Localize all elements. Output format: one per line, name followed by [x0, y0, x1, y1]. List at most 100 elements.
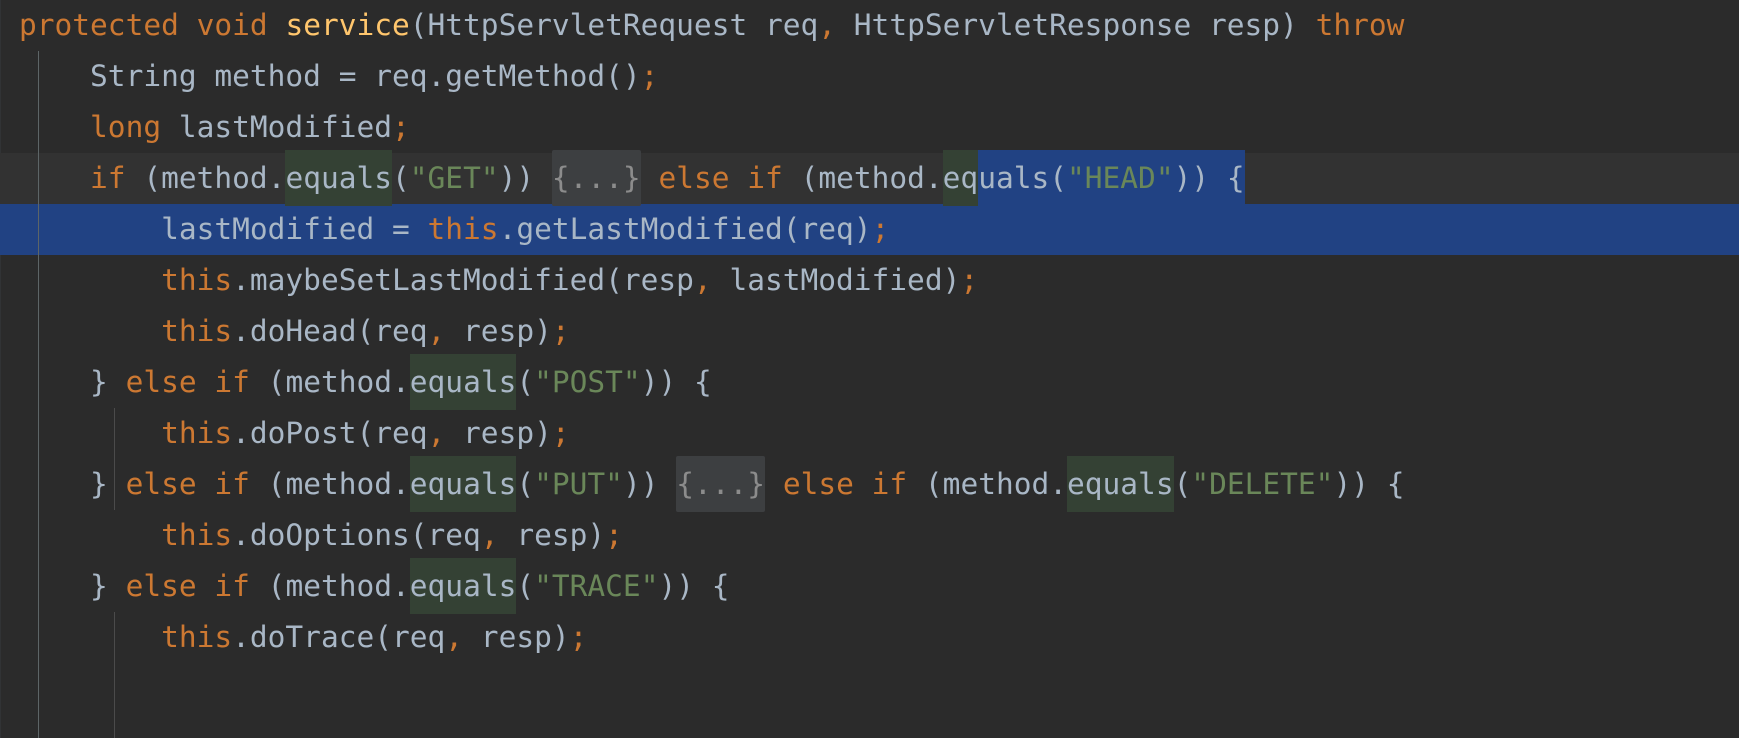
code-token: HttpServletResponse resp): [836, 8, 1316, 42]
code-line-text: this.maybeSetLastModified(resp, lastModi…: [0, 255, 1739, 306]
code-token: equals: [1067, 456, 1174, 512]
code-token: ;: [569, 620, 588, 654]
line-else-if-post[interactable]: } else if (method.equals("POST")) {: [0, 354, 1739, 410]
string-literal: "GET": [409, 161, 499, 195]
code-token: uals: [978, 150, 1050, 206]
keyword-token: this: [161, 263, 233, 297]
keyword-token: if: [747, 161, 783, 195]
code-token: (method.: [782, 161, 943, 195]
code-token: .doTrace(req: [232, 620, 446, 654]
keyword-token: if: [214, 467, 250, 501]
code-token: }: [90, 569, 126, 603]
code-token: )) {: [658, 569, 730, 603]
keyword-token: if: [871, 467, 908, 501]
code-token: ;: [551, 314, 570, 348]
line-dotrace[interactable]: this.doTrace(req, resp);: [0, 612, 1739, 663]
code-token: (method.: [249, 365, 410, 399]
code-token: ,: [693, 263, 712, 297]
keyword-token: this: [427, 212, 499, 246]
code-token: ;: [640, 59, 659, 93]
method-declaration-token: service: [285, 8, 410, 42]
keyword-token: else: [125, 467, 197, 501]
code-token: )): [498, 161, 552, 195]
code-token: (method.: [125, 161, 286, 195]
code-token: eq: [942, 150, 979, 206]
code-token: ;: [391, 110, 410, 144]
code-token: ;: [871, 212, 890, 246]
line-else-if-trace[interactable]: } else if (method.equals("TRACE")) {: [0, 558, 1739, 614]
line-maybesetlastmodified[interactable]: this.maybeSetLastModified(resp, lastModi…: [0, 255, 1739, 306]
code-token: ,: [445, 620, 464, 654]
code-token: .doPost(req: [232, 416, 428, 450]
code-token: ,: [427, 416, 446, 450]
code-line-text: String method = req.getMethod();: [0, 51, 1739, 102]
code-token: (: [392, 161, 410, 195]
keyword-token: if: [214, 569, 250, 603]
code-token: lastModified: [161, 110, 392, 144]
line-else-if-put-delete[interactable]: } else if (method.equals("PUT")) {...} e…: [0, 456, 1739, 512]
code-line-text: this.doPost(req, resp);: [0, 408, 1739, 459]
code-lines[interactable]: protected void service(HttpServletReques…: [0, 0, 1739, 663]
line-dohead[interactable]: this.doHead(req, resp);: [0, 306, 1739, 357]
code-line-text: } else if (method.equals("POST")) {: [0, 354, 1739, 410]
code-token: resp): [463, 620, 570, 654]
line-service-signature[interactable]: protected void service(HttpServletReques…: [0, 0, 1739, 51]
line-lastmodified-assign[interactable]: lastModified = this.getLastModified(req)…: [0, 204, 1739, 255]
code-token: .doOptions(req: [232, 518, 481, 552]
code-line-text: this.doTrace(req, resp);: [0, 612, 1739, 663]
keyword-token: else: [658, 161, 730, 195]
code-token: equals: [409, 558, 517, 614]
line-string-method[interactable]: String method = req.getMethod();: [0, 51, 1739, 102]
code-token: lastModified): [711, 263, 961, 297]
code-token: resp): [445, 416, 552, 450]
code-token: resp): [498, 518, 606, 552]
code-token: ,: [427, 314, 446, 348]
keyword-token: throw: [1315, 8, 1405, 42]
line-dooptions[interactable]: this.doOptions(req, resp);: [0, 510, 1739, 561]
keyword-token: this: [161, 620, 233, 654]
string-literal: "HEAD": [1067, 150, 1174, 206]
code-token: (: [1049, 150, 1068, 206]
code-token: (: [516, 467, 535, 501]
code-token: (method.: [249, 569, 410, 603]
code-token: ;: [960, 263, 979, 297]
code-token: .maybeSetLastModified(resp: [232, 263, 694, 297]
code-token: ;: [551, 416, 570, 450]
code-line-text: if (method.equals("GET")) {...} else if …: [0, 150, 1739, 206]
code-token: (: [1173, 467, 1192, 501]
keyword-token: this: [161, 314, 233, 348]
code-line-text: this.doHead(req, resp);: [0, 306, 1739, 357]
code-fold-placeholder[interactable]: {...}: [551, 150, 641, 206]
string-literal: "DELETE": [1191, 467, 1334, 501]
line-if-get-head[interactable]: if (method.equals("GET")) {...} else if …: [0, 150, 1739, 206]
code-token: ,: [480, 518, 499, 552]
code-editor[interactable]: protected void service(HttpServletReques…: [0, 0, 1739, 738]
code-token: (method.: [249, 467, 410, 501]
code-token: (HttpServletRequest req: [409, 8, 819, 42]
line-long-lastmodified[interactable]: long lastModified;: [0, 102, 1739, 153]
code-token: }: [90, 365, 126, 399]
code-token: resp): [445, 314, 552, 348]
keyword-token: if: [90, 161, 126, 195]
code-token: (: [516, 569, 535, 603]
keyword-token: long: [90, 110, 162, 144]
code-fold-placeholder[interactable]: {...}: [676, 456, 766, 512]
line-dopost[interactable]: this.doPost(req, resp);: [0, 408, 1739, 459]
code-token: lastModified =: [161, 212, 428, 246]
code-token: (: [516, 365, 535, 399]
